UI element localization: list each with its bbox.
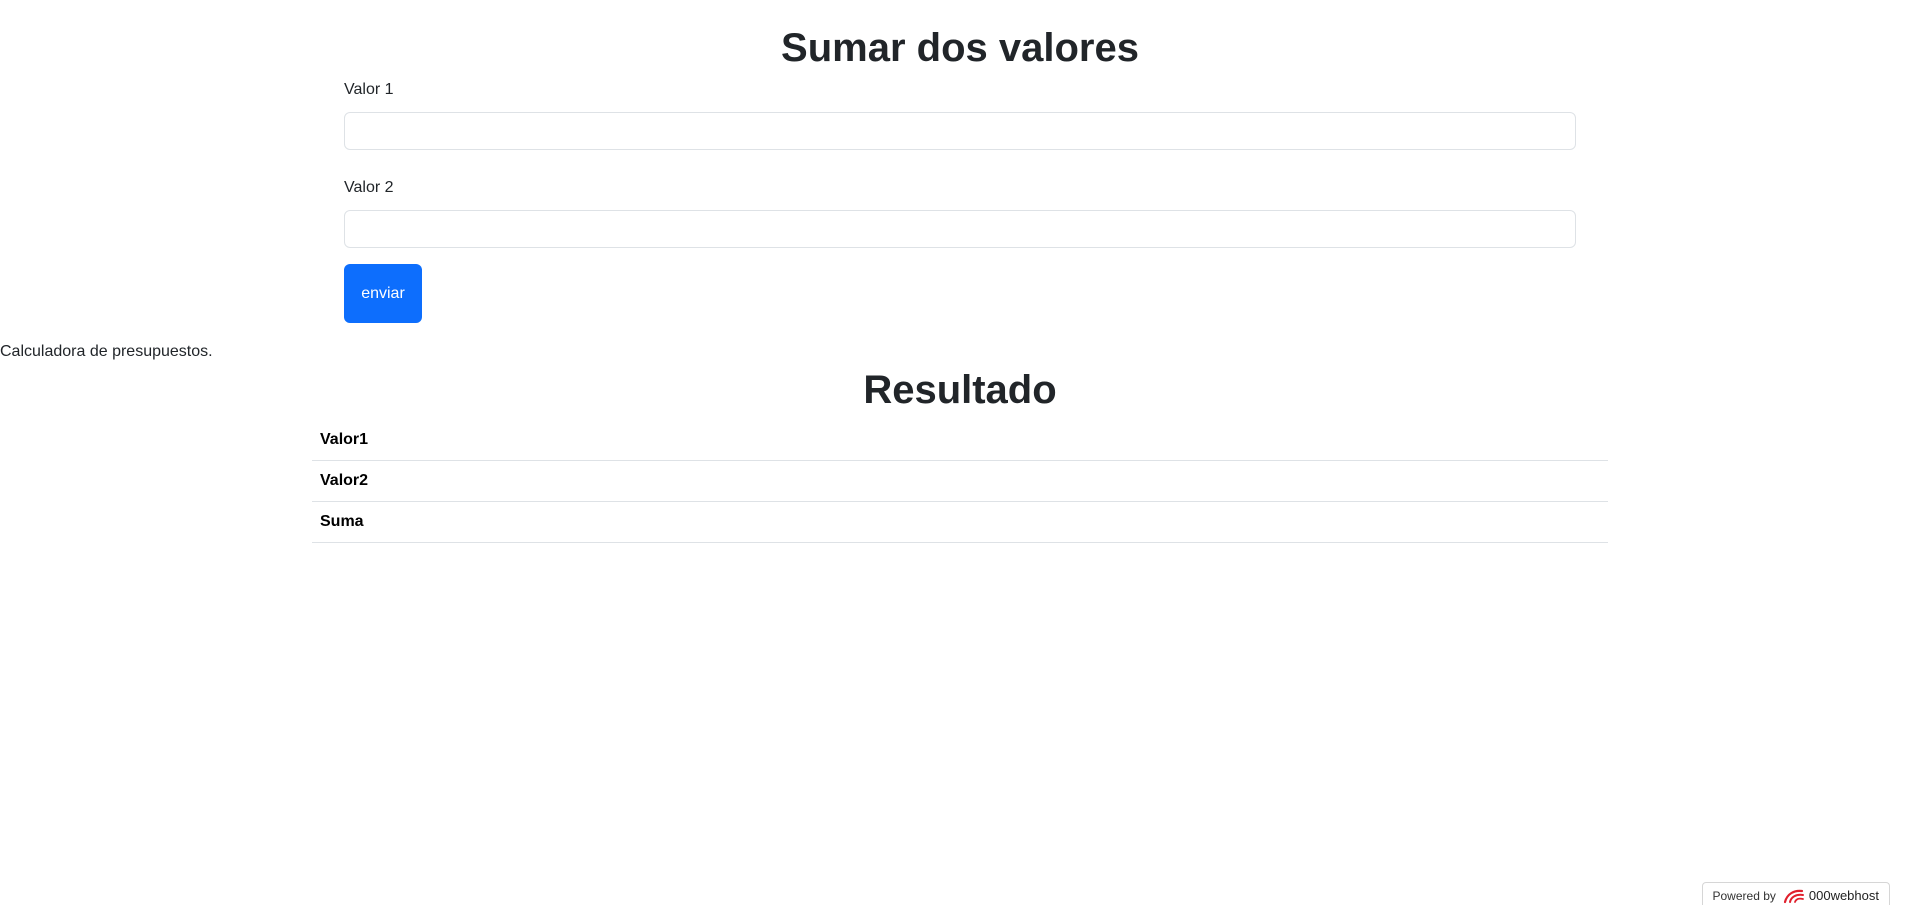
row-value-suma	[1348, 501, 1608, 543]
brand-name: 000webhost	[1808, 888, 1879, 903]
row-label-valor2: Valor2	[312, 460, 1349, 502]
row-value-valor1	[1348, 420, 1608, 461]
row-label-valor1: Valor1	[312, 420, 1349, 461]
brand-logo: 000webhost	[1782, 888, 1879, 904]
valor-2-input[interactable]	[344, 210, 1576, 248]
valor-1-input[interactable]	[344, 112, 1576, 150]
powered-by-text: Powered by	[1712, 888, 1776, 903]
row-value-valor2	[1348, 460, 1608, 502]
table-row: Suma	[312, 501, 1608, 543]
row-label-suma: Suma	[312, 501, 1349, 543]
tagline: Calculadora de presupuestos.	[0, 343, 213, 360]
sum-form: Valor 1 Valor 2 enviar	[344, 80, 1576, 323]
result-title: Resultado	[863, 368, 1057, 412]
powered-by-badge[interactable]: Powered by 000webhost	[1701, 882, 1890, 905]
table-row: Valor2	[312, 460, 1608, 502]
valor-2-label: Valor 2	[344, 179, 394, 196]
field-group-valor-1: Valor 1	[344, 80, 1576, 150]
field-group-valor-2: Valor 2	[344, 178, 1576, 248]
table-row: Valor1	[312, 420, 1608, 461]
form-title: Sumar dos valores	[781, 26, 1139, 70]
000webhost-logo-icon	[1783, 889, 1804, 903]
result-table: Valor1 Valor2 Suma	[312, 420, 1608, 543]
valor-1-label: Valor 1	[344, 81, 394, 98]
submit-button[interactable]: enviar	[344, 264, 422, 323]
page: Sumar dos valores Valor 1 Valor 2 enviar…	[0, 0, 1920, 905]
